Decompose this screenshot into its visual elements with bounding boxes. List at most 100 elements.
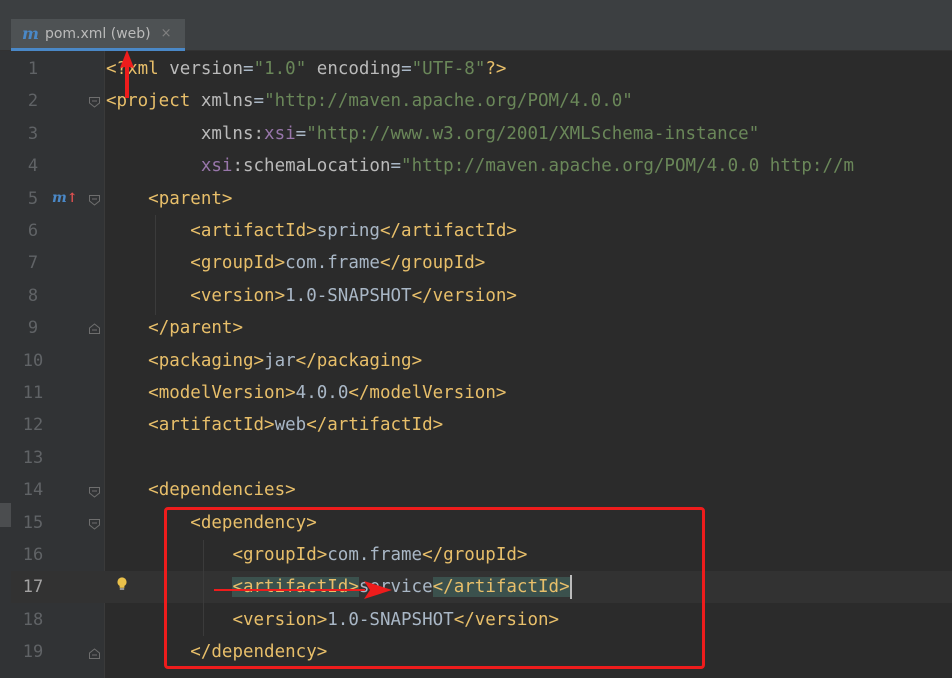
code-text[interactable]: xmlns:xsi="http://www.w3.org/2001/XMLSch… [106,118,759,150]
code-line[interactable]: 9 </parent> [11,312,952,344]
code-line[interactable]: 11 <modelVersion>4.0.0</modelVersion> [11,377,952,409]
code-line[interactable]: 5 <parent> [11,183,952,215]
code-line[interactable]: 8 <version>1.0-SNAPSHOT</version> [11,280,952,312]
line-number: 1 [27,59,39,79]
line-number: 2 [27,91,39,112]
fold-end-icon[interactable] [88,323,101,335]
line-number: 18 [22,609,44,630]
code-token: <parent> [148,188,233,209]
code-token: ? [116,59,128,79]
code-text[interactable]: <packaging>jar</packaging> [106,345,422,377]
code-token: ?> [485,59,507,79]
code-token: <artifactId> [148,415,275,436]
code-text[interactable]: xsi:schemaLocation="http://maven.apache.… [106,150,854,182]
close-icon[interactable]: × [161,26,172,41]
line-number: 3 [27,123,39,144]
code-line[interactable]: 7 <groupId>com.frame</groupId> [11,247,952,279]
fold-start-icon[interactable] [88,194,101,206]
left-tool-strip [0,51,11,678]
code-token: :schemaLocation [232,156,391,177]
window-top-strip [0,0,952,19]
code-token: 1.0-SNAPSHOT [285,285,412,306]
code-line[interactable]: 4 xsi:schemaLocation="http://maven.apach… [11,150,952,182]
code-token: xml [127,59,170,79]
indent-guide [155,215,156,315]
code-token: "http://www.w3.org/2001/XMLSchema-instan… [306,123,760,144]
code-token: "1.0" [253,59,307,79]
code-token: "UTF-8" [411,59,486,79]
code-text[interactable]: <parent> [106,183,232,215]
line-number: 17 [22,577,44,598]
code-line[interactable]: 14 <dependencies> [11,474,952,506]
code-text[interactable]: <?xml version="1.0" encoding="UTF-8"?> [106,53,506,85]
maven-file-icon: m [22,24,39,43]
line-number: 12 [22,415,44,436]
code-token: "http://maven.apache.org/POM/4.0.0" [264,91,633,112]
fold-start-icon[interactable] [88,96,101,108]
intention-bulb-icon[interactable] [116,577,128,591]
code-token: = [390,156,402,177]
line-number: 13 [22,447,44,468]
line-number: 14 [22,480,44,501]
fold-start-icon[interactable] [88,486,101,498]
code-token: 4.0.0 [295,383,349,403]
code-text[interactable]: <artifactId>spring</artifactId> [106,215,517,247]
code-line[interactable]: 2 <project xmlns="http://maven.apache.org… [11,85,952,117]
code-line[interactable]: 12 <artifactId>web</artifactId> [11,409,952,441]
fold-end-icon[interactable] [88,648,101,660]
code-text[interactable]: <artifactId>web</artifactId> [106,409,443,441]
editor-tab-bar: m pom.xml (web) × [0,19,952,51]
code-text[interactable]: <groupId>com.frame</groupId> [106,247,485,279]
line-number: 15 [22,512,44,533]
line-number: 8 [27,285,39,306]
code-token: <version> [190,285,286,306]
code-token: </parent> [148,318,243,339]
code-text[interactable]: <dependencies> [106,474,296,506]
line-number: 11 [22,383,44,403]
indent-guide [203,540,204,636]
code-token: <dependencies> [148,480,296,501]
code-token: </modelVersion> [348,383,507,403]
code-text[interactable]: <version>1.0-SNAPSHOT</version> [106,280,517,312]
fold-start-icon[interactable] [88,518,101,530]
code-token: "http://maven.apache.org/POM/4.0.0 http:… [401,156,855,177]
code-line[interactable]: 13 [11,442,952,474]
code-token: = [253,91,265,112]
code-token: version [169,59,244,79]
line-number: 9 [27,318,39,339]
code-text[interactable]: <modelVersion>4.0.0</modelVersion> [106,377,506,409]
code-token: web [274,415,307,436]
line-number: 10 [22,350,44,371]
code-token: <groupId> [190,253,286,274]
code-token: <packaging> [148,350,265,371]
code-text[interactable]: </parent> [106,312,243,344]
code-token: xmlns: [200,123,265,144]
code-line[interactable]: 1 <?xml version="1.0" encoding="UTF-8"?> [11,53,952,85]
code-line[interactable]: 10 <packaging>jar</packaging> [11,345,952,377]
code-token: <artifactId> [190,221,317,241]
code-token: xsi [200,156,233,177]
code-token: xsi [264,123,296,144]
code-line[interactable]: 3 xmlns:xsi="http://www.w3.org/2001/XMLS… [11,118,952,150]
code-line[interactable]: 6 <artifactId>spring</artifactId> [11,215,952,247]
tab-pom-xml-web[interactable]: m pom.xml (web) × [11,19,185,51]
code-token: </version> [411,285,517,306]
line-number: 6 [27,221,39,241]
code-text[interactable]: <project xmlns="http://maven.apache.org/… [106,85,633,117]
code-token: = [401,59,412,79]
code-token: xmlns [200,91,254,112]
code-token: spring [316,221,380,241]
line-number: 19 [22,642,44,663]
code-token: </artifactId> [306,415,444,436]
code-token: com.frame [285,253,380,274]
maven-parent-navigation-icon[interactable]: m↑ [52,190,78,206]
line-number: 16 [22,545,44,565]
code-token: <modelVersion> [148,383,296,403]
